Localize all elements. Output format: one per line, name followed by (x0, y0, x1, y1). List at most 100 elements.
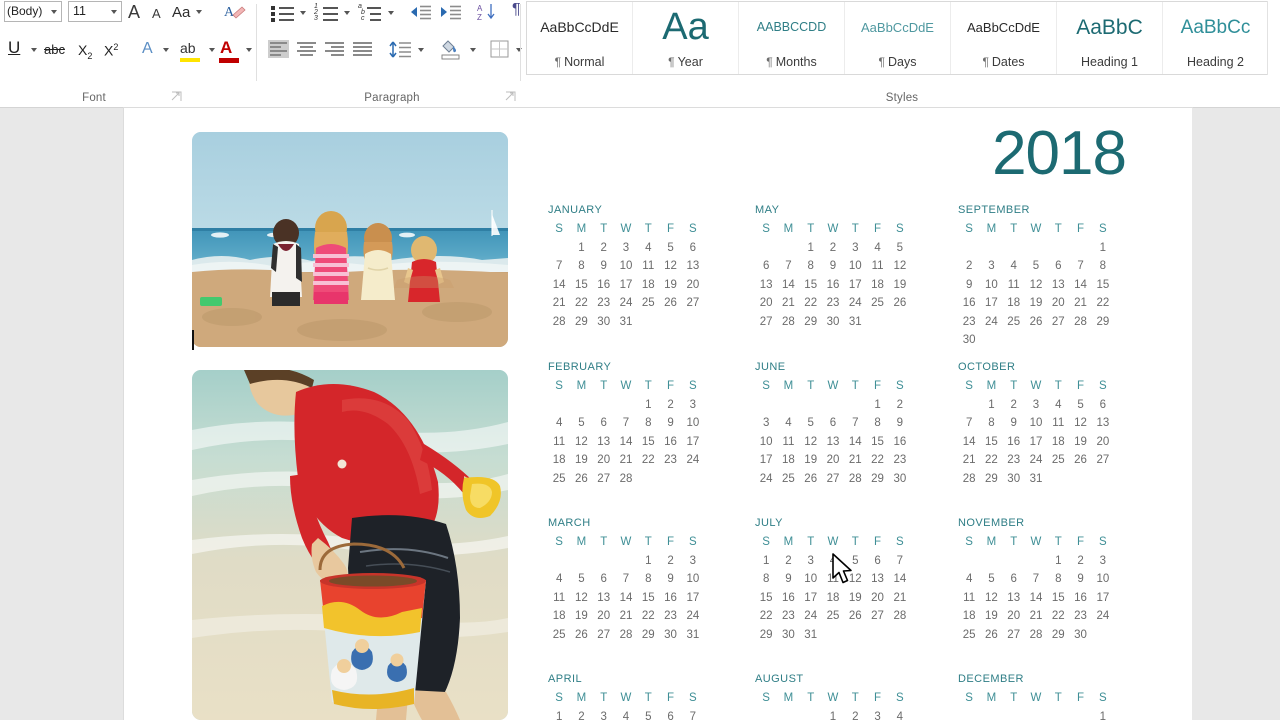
date-cell[interactable]: 10 (615, 257, 637, 276)
style-card-days[interactable]: AaBbCcDdE ¶ Days (845, 2, 951, 74)
date-cell[interactable]: 8 (637, 414, 659, 433)
date-cell[interactable]: 12 (889, 257, 911, 276)
date-cell[interactable]: 30 (593, 313, 615, 332)
date-cell[interactable]: 31 (682, 626, 704, 645)
date-cell[interactable]: 15 (1092, 276, 1114, 295)
style-card-heading-1[interactable]: AaBbC Heading 1 (1057, 2, 1163, 74)
date-cell[interactable]: 5 (570, 414, 592, 433)
date-cell[interactable]: 3 (682, 396, 704, 415)
date-cell[interactable]: 24 (615, 294, 637, 313)
date-cell[interactable]: 29 (637, 626, 659, 645)
chevron-down-icon[interactable] (246, 48, 252, 52)
date-cell[interactable]: 17 (844, 276, 866, 295)
date-cell[interactable]: 20 (1092, 433, 1114, 452)
grow-font-icon[interactable]: A (128, 2, 140, 23)
date-cell[interactable]: 13 (1092, 414, 1114, 433)
date-cell[interactable]: 27 (1003, 626, 1025, 645)
date-cell[interactable]: 13 (1047, 276, 1069, 295)
paragraph-dialog-launcher[interactable] (505, 91, 516, 102)
date-cell[interactable]: 25 (1003, 313, 1025, 332)
date-cell[interactable]: 21 (548, 294, 570, 313)
date-cell[interactable]: 28 (777, 313, 799, 332)
date-cell[interactable]: 21 (958, 451, 980, 470)
date-cell[interactable]: 16 (889, 433, 911, 452)
numbering-icon[interactable]: 1 2 3 (314, 3, 340, 23)
date-cell[interactable]: 6 (822, 414, 844, 433)
date-cell[interactable]: 27 (755, 313, 777, 332)
date-cell[interactable]: 13 (593, 589, 615, 608)
date-cell[interactable]: 17 (682, 433, 704, 452)
date-cell[interactable]: 4 (548, 414, 570, 433)
date-cell[interactable]: 22 (800, 294, 822, 313)
date-cell[interactable]: 20 (593, 607, 615, 626)
date-cell[interactable]: 22 (980, 451, 1002, 470)
date-cell[interactable]: 22 (637, 607, 659, 626)
date-cell[interactable]: 26 (980, 626, 1002, 645)
date-cell[interactable]: 2 (570, 708, 592, 720)
date-cell[interactable]: 2 (1069, 552, 1091, 571)
style-card-normal[interactable]: AaBbCcDdE ¶ Normal (527, 2, 633, 74)
bullets-icon[interactable] (270, 3, 296, 23)
date-cell[interactable]: 23 (822, 294, 844, 313)
date-cell[interactable]: 2 (659, 552, 681, 571)
chevron-down-icon[interactable] (388, 11, 394, 15)
date-cell[interactable]: 1 (1047, 552, 1069, 571)
date-cell[interactable]: 17 (682, 589, 704, 608)
date-cell[interactable]: 19 (1025, 294, 1047, 313)
date-cell[interactable]: 9 (958, 276, 980, 295)
date-cell[interactable]: 23 (1003, 451, 1025, 470)
chevron-down-icon[interactable] (51, 10, 57, 14)
date-cell[interactable]: 2 (1003, 396, 1025, 415)
date-cell[interactable]: 8 (866, 414, 888, 433)
date-cell[interactable]: 8 (1092, 257, 1114, 276)
chevron-down-icon[interactable] (470, 48, 476, 52)
date-cell[interactable]: 13 (822, 433, 844, 452)
date-cell[interactable]: 17 (615, 276, 637, 295)
date-cell[interactable]: 15 (637, 433, 659, 452)
date-cell[interactable]: 21 (777, 294, 799, 313)
date-cell[interactable]: 2 (659, 396, 681, 415)
date-cell[interactable]: 4 (958, 570, 980, 589)
date-cell[interactable]: 13 (866, 570, 888, 589)
date-cell[interactable]: 9 (822, 257, 844, 276)
date-cell[interactable]: 6 (682, 239, 704, 258)
chevron-down-icon[interactable] (209, 48, 215, 52)
date-cell[interactable]: 25 (822, 607, 844, 626)
date-cell[interactable]: 18 (548, 607, 570, 626)
date-cell[interactable]: 1 (980, 396, 1002, 415)
date-cell[interactable]: 6 (1047, 257, 1069, 276)
date-cell[interactable]: 7 (889, 552, 911, 571)
date-cell[interactable]: 4 (889, 708, 911, 720)
chevron-down-icon[interactable] (111, 10, 117, 14)
date-cell[interactable]: 6 (755, 257, 777, 276)
date-cell[interactable]: 15 (570, 276, 592, 295)
date-cell[interactable]: 19 (570, 607, 592, 626)
date-cell[interactable]: 3 (980, 257, 1002, 276)
date-cell[interactable]: 12 (570, 433, 592, 452)
multilevel-list-icon[interactable]: a b c (358, 3, 384, 23)
clear-formatting-icon[interactable]: A (224, 2, 246, 27)
document-page[interactable]: 2018 JANUARY S M T W T F S 1 2 3 4 5 6 7 8 9 10 11 12 13 14 15… (124, 108, 1192, 720)
date-cell[interactable]: 8 (570, 257, 592, 276)
date-cell[interactable]: 10 (682, 570, 704, 589)
date-cell[interactable]: 8 (755, 570, 777, 589)
date-cell[interactable]: 29 (570, 313, 592, 332)
date-cell[interactable]: 24 (844, 294, 866, 313)
strikethrough-icon[interactable]: abc (44, 42, 65, 57)
date-cell[interactable]: 7 (958, 414, 980, 433)
date-cell[interactable]: 16 (777, 589, 799, 608)
date-cell[interactable]: 21 (844, 451, 866, 470)
date-cell[interactable]: 31 (1025, 470, 1047, 489)
date-cell[interactable]: 4 (1047, 396, 1069, 415)
date-cell[interactable]: 27 (682, 294, 704, 313)
date-cell[interactable]: 20 (593, 451, 615, 470)
date-cell[interactable]: 28 (1025, 626, 1047, 645)
date-cell[interactable]: 7 (844, 414, 866, 433)
text-effects-icon[interactable]: A (142, 40, 153, 58)
month-block-april[interactable]: APRILSMTWTFS1234567891011121314151617181… (548, 673, 708, 720)
date-cell[interactable]: 26 (570, 626, 592, 645)
shading-icon[interactable] (440, 39, 462, 65)
decrease-indent-icon[interactable] (408, 4, 432, 21)
date-cell[interactable]: 26 (800, 470, 822, 489)
month-block-december[interactable]: DECEMBERSMTWTFS1234567891011121314151617… (958, 673, 1118, 720)
